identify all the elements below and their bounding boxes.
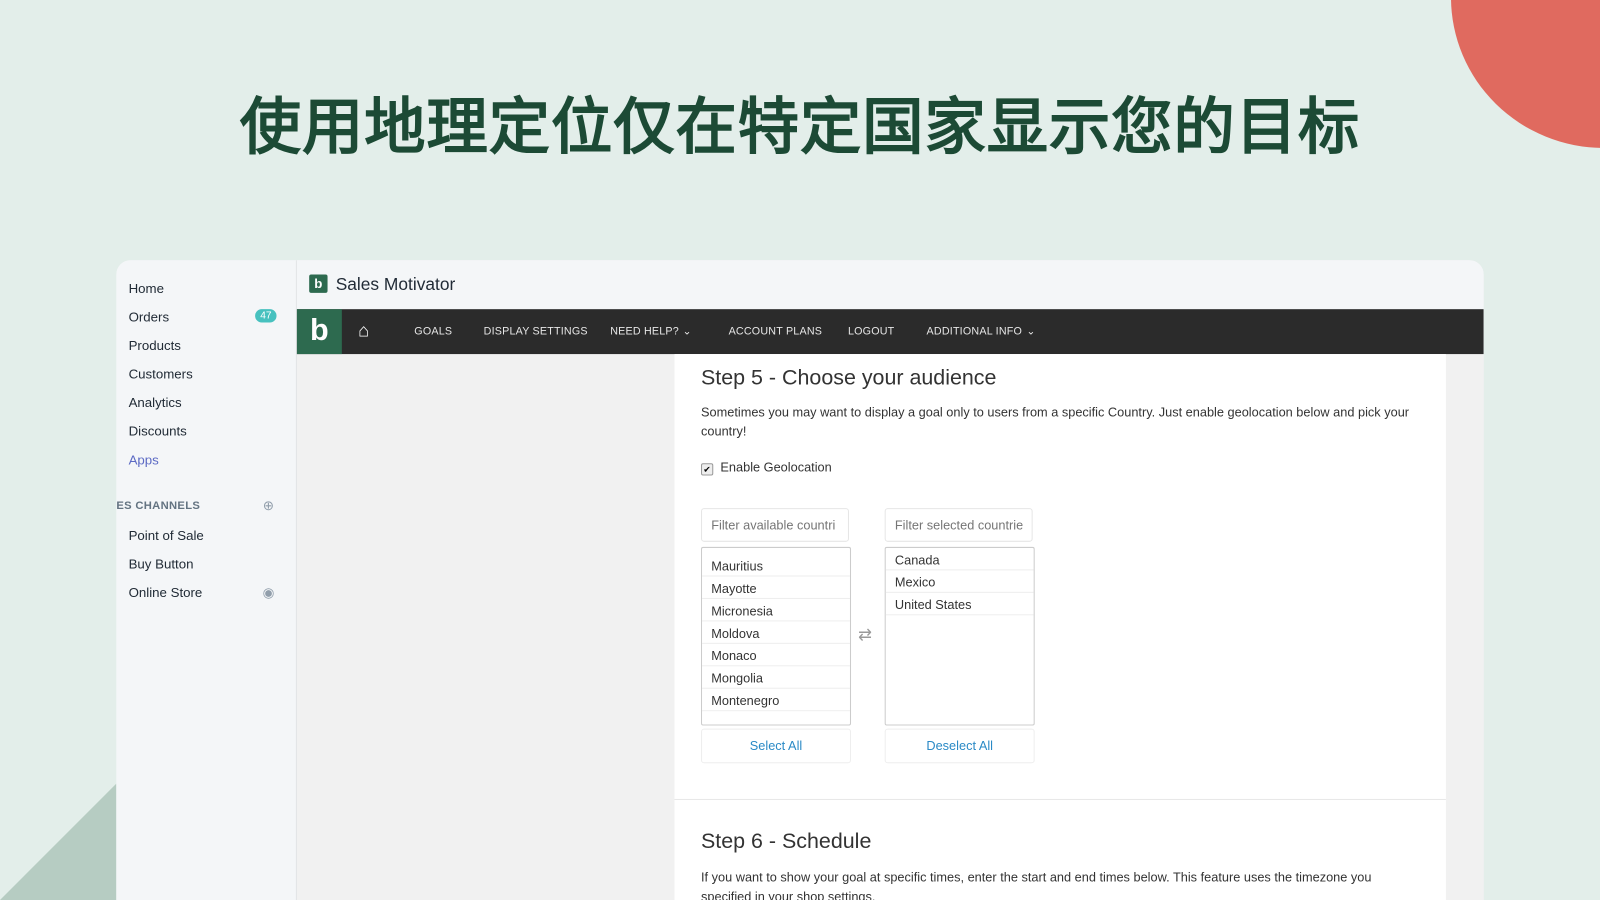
geolocation-label[interactable]: Enable Geolocation [720,460,831,474]
list-item[interactable]: Canada [885,548,1034,571]
nav-logout[interactable]: LOGOUT [848,326,894,338]
sidebar-item-analytics[interactable]: Analytics [129,395,182,410]
sales-channels-heading: ES CHANNELS [116,499,201,513]
list-item[interactable]: Mongolia [702,666,850,689]
nav-display-settings[interactable]: DISPLAY SETTINGS [484,326,588,338]
top-nav: b ⌂ GOALS DISPLAY SETTINGS NEED HELP? ⌄ … [296,309,1484,355]
list-item[interactable]: Micronesia [702,599,850,622]
main-area: b Sales Motivator b ⌂ GOALS DISPLAY SETT… [296,260,1484,900]
list-item[interactable]: Mauritius [702,554,850,577]
list-item[interactable]: Mexico [885,570,1034,593]
slide: 使用地理定位仅在特定国家显示您的目标 Home Orders 47 Produc… [0,0,1600,900]
brand-logo[interactable]: b [296,309,342,355]
list-item[interactable]: United States [885,593,1034,616]
sidebar-item-buy-button[interactable]: Buy Button [129,556,194,571]
step6-description: If you want to show your goal at specifi… [701,870,1372,900]
nav-account-plans[interactable]: ACCOUNT PLANS [729,326,823,338]
available-countries-list[interactable]: Mauritius Mayotte Micronesia Moldova Mon… [701,546,852,726]
plus-circle-icon[interactable]: ⊕ [261,498,275,513]
app-window: Home Orders 47 Products Customers Analyt… [116,260,1484,900]
home-icon[interactable]: ⌂ [358,320,369,341]
deselect-all-button[interactable]: Deselect All [884,728,1035,764]
sidebar: Home Orders 47 Products Customers Analyt… [116,260,297,900]
list-item[interactable]: Monaco [702,644,850,667]
chevron-down-icon[interactable]: ⌄ [1027,326,1036,338]
filter-available-input[interactable] [701,508,849,542]
step6-title: Step 6 - Schedule [701,829,872,854]
app-logo: b [309,274,328,293]
nav-goals[interactable]: GOALS [414,326,452,338]
step5-title: Step 5 - Choose your audience [701,366,997,390]
eye-icon[interactable]: ◉ [261,585,275,600]
app-header: b Sales Motivator [296,260,1484,310]
headline: 使用地理定位仅在特定国家显示您的目标 [239,91,1361,164]
filter-selected-input[interactable] [884,508,1033,542]
section-divider [674,798,1446,800]
step5-description: Sometimes you may want to display a goal… [701,405,1410,439]
sidebar-item-online-store[interactable]: Online Store [129,585,203,600]
sidebar-item-home[interactable]: Home [129,281,164,296]
selected-countries-list[interactable]: Canada Mexico United States [884,546,1035,726]
swap-arrows-icon: ⇄ [858,626,872,644]
sidebar-item-discounts[interactable]: Discounts [129,423,187,438]
list-item[interactable]: Mayotte [702,577,850,599]
nav-additional-info[interactable]: ADDITIONAL INFO [927,326,1023,338]
geolocation-checkbox[interactable]: ✔ [701,463,714,476]
settings-panel: Step 5 - Choose your audience Sometimes … [674,354,1446,900]
list-item[interactable]: Moldova [702,621,850,644]
sidebar-item-products[interactable]: Products [129,338,181,353]
chevron-down-icon[interactable]: ⌄ [683,326,692,338]
list-item[interactable]: Montenegro [702,689,850,712]
sidebar-item-point-of-sale[interactable]: Point of Sale [129,528,204,543]
decorative-triangle [0,783,117,900]
sidebar-item-apps[interactable]: Apps [129,452,159,467]
sidebar-item-orders[interactable]: Orders [129,309,170,324]
nav-need-help[interactable]: NEED HELP? [610,326,679,338]
sidebar-item-customers[interactable]: Customers [129,366,193,381]
app-title: Sales Motivator [335,274,456,294]
orders-badge: 47 [255,309,277,323]
select-all-button[interactable]: Select All [701,728,852,764]
